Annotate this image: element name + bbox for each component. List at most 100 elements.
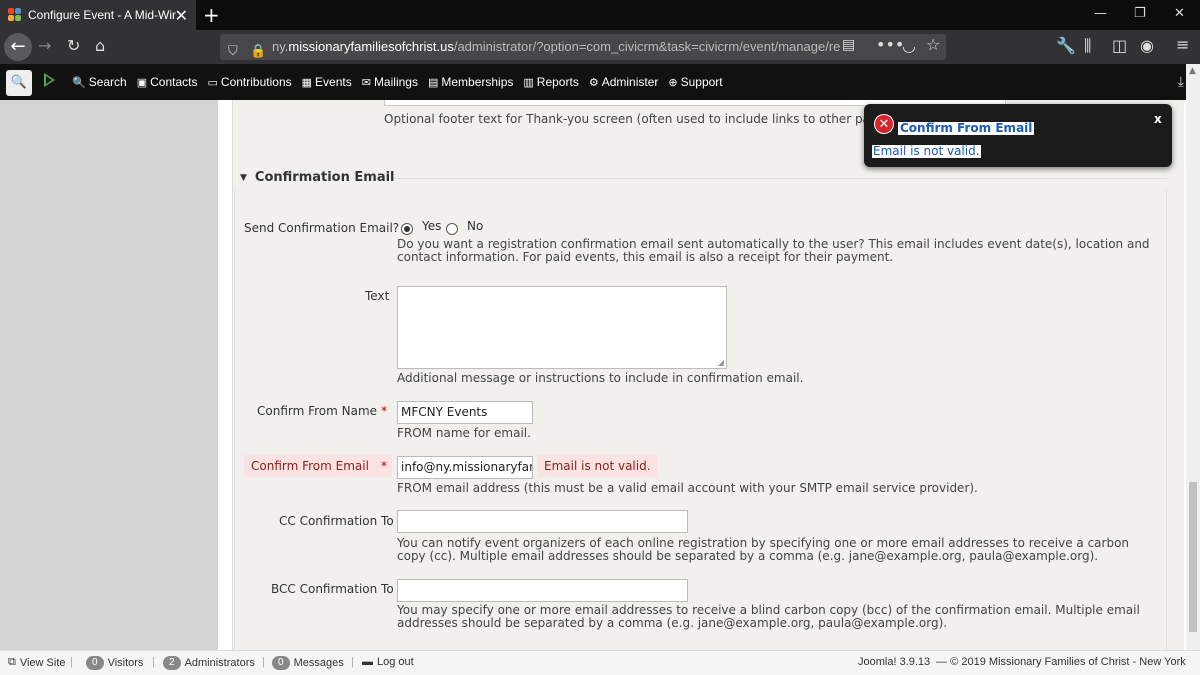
menu-item-memberships[interactable]: ▤ Memberships: [428, 75, 513, 89]
url-path: /administrator/?option=com_civicrm&task=…: [453, 39, 841, 54]
send-confirmation-no-radio[interactable]: [446, 223, 458, 235]
support-icon: ⊕: [668, 76, 678, 89]
visitors-badge: 0: [86, 656, 104, 670]
hamburger-menu-icon[interactable]: ≡: [1176, 35, 1189, 54]
admins-badge: 2: [163, 656, 181, 670]
menu-item-events[interactable]: ▦ Events: [302, 75, 352, 89]
reader-view-icon[interactable]: ▤: [842, 37, 855, 53]
administrators-link[interactable]: 2 Administrators: [163, 656, 255, 670]
resize-handle-icon[interactable]: ◢: [718, 358, 724, 367]
contacts-icon: ▣: [136, 76, 148, 89]
confirmation-text-textarea[interactable]: ◢: [397, 286, 727, 369]
download-icon[interactable]: ⤓: [1178, 74, 1184, 90]
joomla-version: Joomla! 3.9.13 — © 2019 Missionary Famili…: [858, 656, 1186, 668]
send-confirmation-yes-radio[interactable]: [401, 223, 413, 235]
events-icon: ▦: [301, 76, 313, 89]
bcc-input[interactable]: [397, 579, 688, 602]
search-icon: 🔍: [72, 76, 86, 89]
quick-search-icon[interactable]: 🔍: [6, 70, 32, 96]
version-link[interactable]: Joomla! 3.9.13: [858, 656, 930, 668]
home-icon[interactable]: ⌂: [95, 36, 105, 55]
menu-item-support[interactable]: ⊕ Support: [668, 75, 722, 89]
minimize-icon[interactable]: —: [1094, 6, 1107, 21]
bcc-help: You may specify one or more email addres…: [397, 603, 1140, 630]
scroll-up-icon[interactable]: ▲: [1189, 66, 1196, 76]
memberships-icon: ▤: [427, 76, 439, 89]
yes-label: Yes: [422, 219, 442, 233]
notification-message: Email is not valid.: [872, 144, 981, 158]
minus-icon: ▬: [362, 656, 373, 668]
administer-icon: ⚙: [588, 76, 599, 89]
separator: |: [351, 656, 354, 668]
from-name-input[interactable]: MFCNY Events: [397, 401, 533, 424]
joomla-favicon-icon: [8, 8, 22, 22]
bookmark-star-icon[interactable]: ☆: [926, 35, 940, 54]
from-name-label: Confirm From Name *: [257, 404, 388, 418]
tab-title: Configure Event - A Mid-Winte: [28, 8, 176, 22]
from-email-label: Confirm From Email *: [244, 455, 392, 477]
library-icon[interactable]: ⫼: [1084, 36, 1091, 56]
from-email-help: FROM email address (this must be a valid…: [397, 481, 978, 495]
browser-nav-bar: ← → ↻ ⌂ ⛉ 🔒 ny.missionaryfamiliesofchris…: [0, 30, 1200, 64]
scroll-thumb[interactable]: [1189, 482, 1197, 632]
forward-arrow-icon[interactable]: →: [38, 36, 51, 55]
url-bar[interactable]: ⛉ 🔒 ny.missionaryfamiliesofchrist.us/adm…: [220, 34, 946, 60]
error-x-icon: ✕: [874, 114, 894, 134]
bcc-label: BCC Confirmation To: [271, 582, 394, 596]
send-confirmation-label: Send Confirmation Email?: [244, 221, 400, 235]
menu-item-reports[interactable]: ▥ Reports: [523, 75, 578, 89]
send-confirmation-help: Do you want a registration confirmation …: [397, 237, 1150, 264]
account-icon[interactable]: ◉: [1140, 36, 1154, 55]
error-notification: ✕ Confirm From Email Email is not valid.: [864, 104, 1172, 167]
window-close-icon[interactable]: ✕: [1174, 6, 1185, 21]
admin-menu: 🔍 Search ▣ Contacts ▭ Contributions ▦ Events…: [72, 64, 733, 100]
confirmation-email-section-toggle[interactable]: ▼ Confirmation Email: [240, 170, 395, 185]
page-scrollbar[interactable]: ▲: [1186, 64, 1200, 650]
copyright-text: — © 2019 Missionary Families of Christ -…: [936, 656, 1186, 668]
browser-tab-bar: Configure Event - A Mid-Winte ✕ + — ❐ ✕: [0, 0, 1200, 30]
from-email-error: Email is not valid.: [538, 455, 657, 477]
tab-close-icon[interactable]: ✕: [175, 6, 188, 25]
menu-item-search[interactable]: 🔍 Search: [72, 75, 127, 89]
menu-item-administer[interactable]: ⚙ Administer: [589, 75, 659, 89]
from-email-input[interactable]: info@ny.missionaryfamiliesofchrist.us: [397, 456, 533, 479]
required-marker: *: [381, 404, 388, 418]
browser-tab[interactable]: Configure Event - A Mid-Winte ✕: [0, 0, 196, 30]
mailings-icon: ✉: [361, 76, 371, 89]
notification-close-button[interactable]: x: [1154, 112, 1162, 126]
pocket-icon[interactable]: ◡: [902, 36, 916, 55]
text-label: Text: [365, 289, 390, 303]
cc-input[interactable]: [397, 510, 688, 533]
visitors-link[interactable]: 0 Visitors: [86, 656, 143, 670]
separator: |: [262, 656, 265, 668]
menu-item-contributions[interactable]: ▭ Contributions: [208, 75, 292, 89]
civicrm-admin-bar: 🔍 🔍 Search ▣ Contacts ▭ Contributions ▦ Even…: [0, 64, 1200, 100]
new-tab-icon[interactable]: +: [203, 3, 220, 27]
no-label: No: [467, 219, 484, 233]
messages-link[interactable]: 0 Messages: [272, 656, 344, 670]
required-marker: *: [380, 459, 387, 473]
menu-item-mailings[interactable]: ✉ Mailings: [362, 75, 418, 89]
notification-title: Confirm From Email: [898, 121, 1035, 135]
section-divider: [392, 178, 1167, 179]
restore-icon[interactable]: ❐: [1134, 6, 1146, 21]
left-sidebar: [0, 100, 218, 650]
sidebar-icon[interactable]: ◫: [1112, 36, 1127, 55]
more-actions-icon[interactable]: •••: [876, 35, 904, 54]
url-domain: missionaryfamiliesofchrist.us: [288, 39, 454, 54]
section-title: Confirmation Email: [254, 170, 395, 185]
separator: |: [152, 656, 155, 668]
cc-label: CC Confirmation To: [279, 514, 394, 528]
messages-badge: 0: [272, 656, 290, 670]
tools-wrench-icon[interactable]: 🔧: [1056, 36, 1076, 55]
logout-link[interactable]: ▬ Log out: [362, 656, 414, 668]
separator: |: [70, 656, 73, 668]
contributions-icon: ▭: [207, 76, 218, 89]
civicrm-home-icon[interactable]: [44, 73, 55, 87]
view-site-link[interactable]: ⧉ View Site: [8, 656, 66, 669]
reload-icon[interactable]: ↻: [67, 36, 80, 55]
back-arrow-icon[interactable]: ←: [4, 33, 32, 61]
reports-icon: ▥: [523, 76, 534, 89]
external-link-icon: ⧉: [8, 656, 16, 668]
menu-item-contacts[interactable]: ▣ Contacts: [137, 75, 198, 89]
